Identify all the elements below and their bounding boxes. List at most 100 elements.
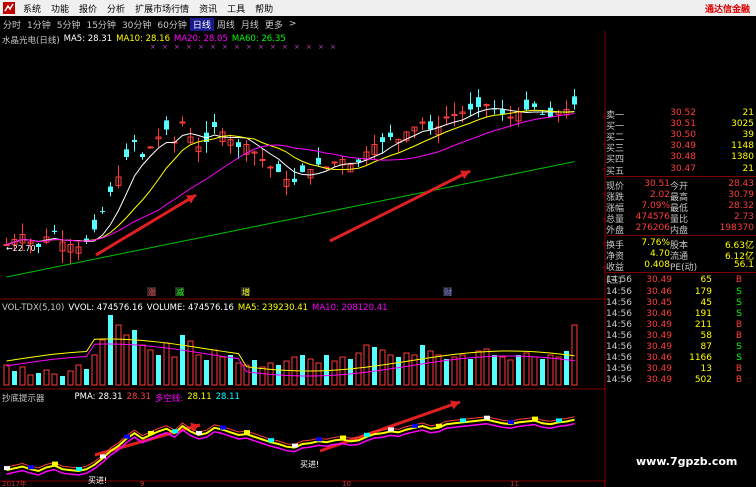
- period-60min[interactable]: 60分钟: [154, 18, 189, 31]
- candle-body: [276, 164, 281, 172]
- kline-chart-svg[interactable]: 28.0027.0026.0025.0024.0023.0022.00←22.7…: [0, 31, 633, 487]
- tick-volume: 45: [700, 297, 712, 308]
- tick-volume: 13: [700, 364, 712, 375]
- menu-system[interactable]: 系统: [18, 0, 46, 16]
- stat-label: 内盘: [670, 226, 689, 236]
- indicator-block: [532, 416, 538, 421]
- bull-bear-line-label: 多空线:: [154, 394, 184, 404]
- candle-body: [179, 121, 186, 124]
- tick-time: 14:56: [606, 342, 632, 352]
- volume-bar: [12, 371, 17, 385]
- candle-body: [331, 161, 338, 164]
- watermark-text: www.7gpzb.com: [636, 455, 738, 468]
- tick-time: 14:56: [606, 330, 632, 341]
- order-row: 卖一 30.52 21: [606, 108, 756, 121]
- period-weekly[interactable]: 周线: [214, 18, 238, 31]
- stat-value: 2.73: [733, 211, 754, 222]
- candles: [3, 88, 577, 265]
- menu-function[interactable]: 功能: [46, 0, 74, 16]
- stat-row: 涨跌 2.02 最高 30.79: [606, 190, 756, 203]
- volume-bar: [163, 342, 170, 386]
- tick-side: B: [735, 364, 742, 375]
- volume-bar: [27, 374, 34, 386]
- period-5min[interactable]: 5分钟: [54, 18, 84, 31]
- volume-bars: [3, 315, 578, 386]
- stat-label: 涨幅: [606, 203, 625, 214]
- volume-bar: [300, 355, 305, 385]
- volume-title: VOL-TDX(5,10): [2, 303, 65, 313]
- stat-value: 198370: [719, 223, 754, 233]
- tick-side: B: [735, 275, 742, 286]
- candle-body: [147, 146, 154, 149]
- x-axis-label: 2017年: [2, 479, 27, 487]
- volume-bar: [108, 315, 113, 385]
- tick-volume: 211: [694, 319, 712, 330]
- stat-row: 收益(三) 0.408 PE(动) 56.1: [606, 260, 756, 286]
- volume-bar: [36, 373, 41, 385]
- menu-bar: 系统 功能 报价 分析 扩展市场行情 资讯 工具 帮助 通达信金融: [0, 0, 756, 16]
- volume-bar: [331, 360, 338, 386]
- volume-bar: [3, 364, 10, 386]
- menu-analysis[interactable]: 分析: [102, 0, 130, 16]
- period-daily[interactable]: 日线: [189, 17, 214, 31]
- period-30min[interactable]: 30分钟: [119, 18, 154, 31]
- volume-bar: [531, 356, 538, 386]
- volume-bar: [507, 359, 514, 386]
- menu-extended-market[interactable]: 扩展市场行情: [130, 0, 194, 16]
- period-15min[interactable]: 15分钟: [83, 18, 118, 31]
- period-timeshare[interactable]: 分时: [0, 18, 24, 31]
- order-label: 买二: [606, 133, 625, 144]
- volume-bar: [564, 351, 569, 385]
- candle-body: [108, 186, 113, 192]
- indicator-block: [244, 430, 250, 435]
- stat-label: PE(动): [670, 263, 698, 274]
- stat-label: 今开: [670, 181, 689, 192]
- ma20-label: MA20: 28.05: [173, 34, 228, 44]
- x-axis-label: 9: [140, 480, 144, 487]
- tick-side: S: [736, 297, 742, 308]
- volume-bar: [75, 364, 82, 386]
- bull-bear-value-label: 28.11: [187, 392, 212, 402]
- tick-price: 30.46: [646, 286, 672, 297]
- order-price: 30.50: [670, 130, 696, 141]
- stat-value: 28.43: [728, 178, 754, 189]
- more-arrow-icon[interactable]: >: [286, 19, 300, 29]
- order-volume: 21: [742, 163, 754, 174]
- tick-price: 30.49: [646, 319, 672, 330]
- indicator-block: [340, 435, 346, 440]
- tick-row: 14:56 30.46 179 S: [606, 287, 756, 298]
- indicator-block: [148, 431, 154, 435]
- volume-bar: [379, 349, 386, 386]
- volume-bar: [60, 376, 65, 385]
- menu-tools[interactable]: 工具: [222, 0, 250, 16]
- chart-area[interactable]: 28.0027.0026.0025.0024.0023.0022.00←22.7…: [0, 31, 633, 487]
- volume-bar: [147, 349, 154, 386]
- stat-value: 7.09%: [641, 200, 670, 211]
- tick-price: 30.49: [646, 364, 672, 375]
- volume-bar: [123, 334, 130, 386]
- candle-body: [292, 178, 297, 182]
- tick-row: 14:56 30.49 58 B: [606, 331, 756, 342]
- period-more[interactable]: 更多: [262, 18, 286, 31]
- volume-bar: [547, 354, 554, 386]
- stat-value: 0.408: [644, 260, 670, 271]
- volume-bar: [67, 370, 74, 386]
- pma-value-label: 28.31: [126, 392, 151, 402]
- event-marker: 增: [242, 287, 250, 297]
- period-monthly[interactable]: 月线: [238, 18, 262, 31]
- tick-row: 14:56 30.46 1166 S: [606, 353, 756, 364]
- tick-row: 14:56 30.49 65 B: [606, 275, 756, 286]
- quote-panel: 卖一 30.52 21 买一 30.51 3025 买二 30.50 39 买三 30.49 1148…: [606, 108, 756, 487]
- event-marker: 减: [176, 287, 184, 297]
- menu-news[interactable]: 资讯: [194, 0, 222, 16]
- stat-value: 28.32: [728, 200, 754, 211]
- order-volume: 1380: [731, 152, 754, 163]
- period-1min[interactable]: 1分钟: [24, 18, 54, 31]
- menu-quote[interactable]: 报价: [74, 0, 102, 16]
- order-row: 买五 30.47 21: [606, 163, 756, 177]
- indicator-block: [268, 438, 274, 443]
- menu-help[interactable]: 帮助: [250, 0, 278, 16]
- order-volume: 39: [742, 130, 754, 141]
- ma5-label: MA5: 28.31: [63, 34, 113, 44]
- indicator-block: [4, 466, 10, 471]
